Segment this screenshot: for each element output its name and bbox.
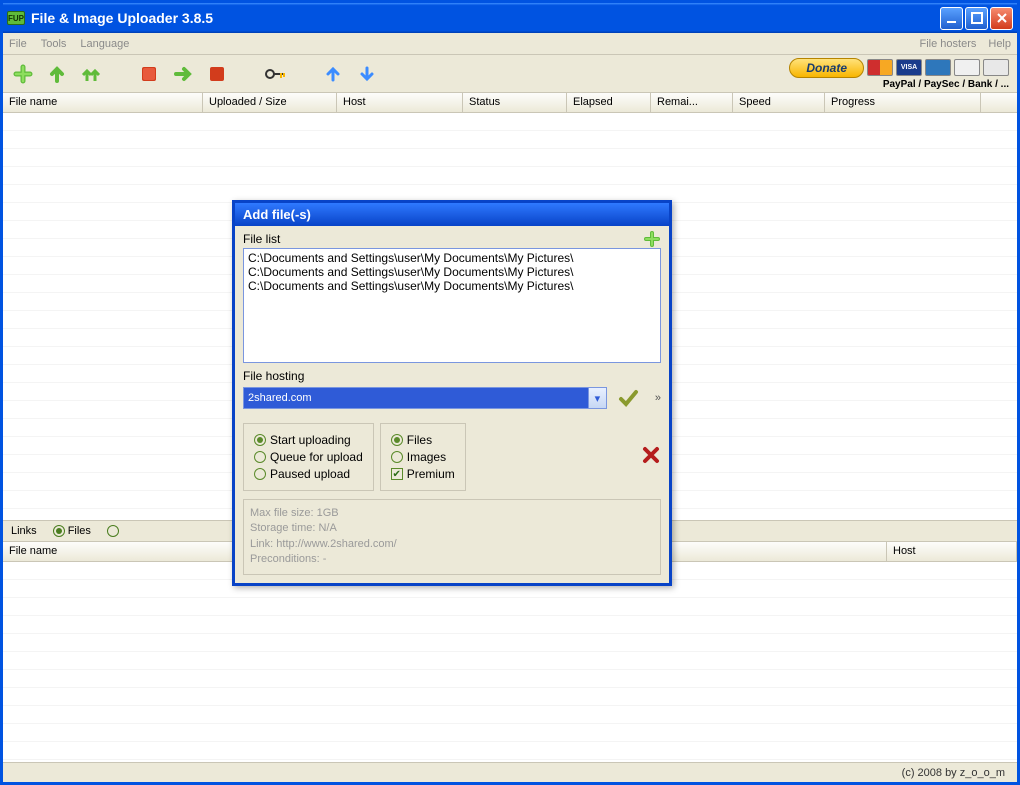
toolbar: Donate VISA PayPal / PaySec / Bank / ... <box>3 55 1017 93</box>
images-type-radio[interactable]: Images <box>391 450 455 464</box>
type-panel: Files Images ✔Premium <box>380 423 466 491</box>
skip-icon[interactable] <box>171 62 195 86</box>
window-title: File & Image Uploader 3.8.5 <box>31 10 940 26</box>
add-icon[interactable] <box>11 62 35 86</box>
amex-icon <box>925 59 951 76</box>
column-elapsed[interactable]: Elapsed <box>567 93 651 112</box>
visa-icon: VISA <box>896 59 922 76</box>
premium-check[interactable]: ✔Premium <box>391 467 455 481</box>
paused-radio[interactable]: Paused upload <box>254 467 363 481</box>
menu-file[interactable]: File <box>9 38 27 50</box>
stop-icon[interactable] <box>205 62 229 86</box>
queue-radio[interactable]: Queue for upload <box>254 450 363 464</box>
columns-header: File nameUploaded / SizeHostStatusElapse… <box>3 93 1017 113</box>
upload-all-icon[interactable] <box>79 62 103 86</box>
links-grid[interactable] <box>3 562 1017 762</box>
info-preconditions: Preconditions: - <box>250 552 654 567</box>
col-host[interactable]: Host <box>887 542 1017 561</box>
mastercard-icon <box>867 59 893 76</box>
info-storage: Storage time: N/A <box>250 521 654 536</box>
bank-icon <box>983 59 1009 76</box>
more-button[interactable]: » <box>655 392 661 404</box>
column-progress[interactable]: Progress <box>825 93 981 112</box>
start-uploading-radio[interactable]: Start uploading <box>254 433 363 447</box>
menu-language[interactable]: Language <box>80 38 129 50</box>
cancel-icon[interactable] <box>641 445 661 465</box>
upload-mode-panel: Start uploading Queue for upload Paused … <box>243 423 374 491</box>
column-host[interactable]: Host <box>337 93 463 112</box>
column-uploaded-size[interactable]: Uploaded / Size <box>203 93 337 112</box>
hosting-info: Max file size: 1GB Storage time: N/A Lin… <box>243 499 661 575</box>
copyright-label: (c) 2008 by z_o_o_m <box>902 767 1005 779</box>
file-list-item[interactable]: C:\Documents and Settings\user\My Docume… <box>248 251 656 265</box>
menu-help[interactable]: Help <box>988 38 1011 50</box>
column-status[interactable]: Status <box>463 93 567 112</box>
discover-icon <box>954 59 980 76</box>
info-link: Link: http://www.2shared.com/ <box>250 537 654 552</box>
add-file-icon[interactable] <box>643 230 661 248</box>
key-icon[interactable] <box>263 62 287 86</box>
dialog-title: Add file(-s) <box>235 203 669 226</box>
donate-subtitle: PayPal / PaySec / Bank / ... <box>883 79 1009 90</box>
hosting-value: 2shared.com <box>248 392 312 404</box>
column-file-name[interactable]: File name <box>3 93 203 112</box>
remove-icon[interactable] <box>137 62 161 86</box>
menu-file-hosters[interactable]: File hosters <box>920 38 977 50</box>
minimize-button[interactable] <box>940 7 963 30</box>
menubar: File Tools Language File hosters Help <box>3 33 1017 55</box>
move-down-icon[interactable] <box>355 62 379 86</box>
file-hosting-label: File hosting <box>243 369 661 383</box>
file-list-item[interactable]: C:\Documents and Settings\user\My Docume… <box>248 279 656 293</box>
confirm-icon[interactable] <box>617 387 639 409</box>
links-label: Links <box>11 525 37 537</box>
app-icon: FUP <box>7 11 25 25</box>
upload-icon[interactable] <box>45 62 69 86</box>
statusbar: (c) 2008 by z_o_o_m <box>3 762 1017 782</box>
file-list-label: File list <box>243 232 641 246</box>
add-files-dialog: Add file(-s) File list C:\Documents and … <box>232 200 672 586</box>
donate-button[interactable]: Donate <box>789 58 864 78</box>
menu-tools[interactable]: Tools <box>41 38 67 50</box>
close-button[interactable] <box>990 7 1013 30</box>
chevron-down-icon[interactable]: ▾ <box>588 388 606 408</box>
titlebar: FUP File & Image Uploader 3.8.5 <box>3 3 1017 33</box>
file-list[interactable]: C:\Documents and Settings\user\My Docume… <box>243 248 661 363</box>
hosting-combo[interactable]: 2shared.com ▾ <box>243 387 607 409</box>
column-speed[interactable]: Speed <box>733 93 825 112</box>
files-radio[interactable]: Files <box>53 525 91 537</box>
info-maxsize: Max file size: 1GB <box>250 506 654 521</box>
file-list-item[interactable]: C:\Documents and Settings\user\My Docume… <box>248 265 656 279</box>
files-type-radio[interactable]: Files <box>391 433 455 447</box>
column-remai-[interactable]: Remai... <box>651 93 733 112</box>
maximize-button[interactable] <box>965 7 988 30</box>
partial-radio[interactable] <box>107 525 122 537</box>
donate-area: Donate VISA PayPal / PaySec / Bank / ... <box>789 58 1009 90</box>
move-up-icon[interactable] <box>321 62 345 86</box>
